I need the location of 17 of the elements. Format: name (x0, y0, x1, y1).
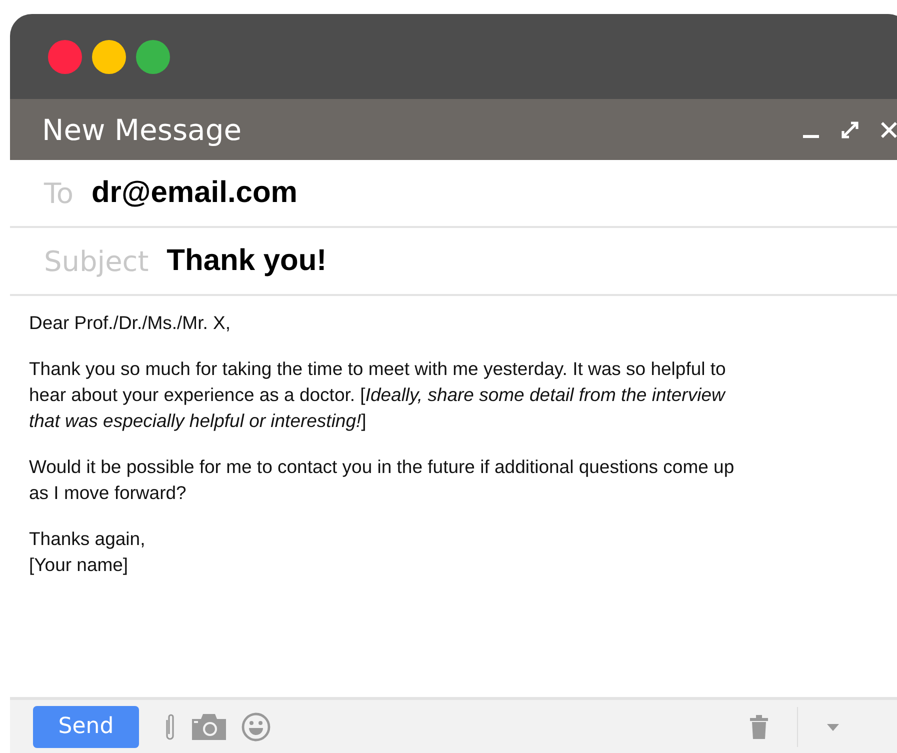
zoom-window-button[interactable] (136, 40, 170, 74)
window-title: New Message (42, 112, 243, 146)
minimize-window-button[interactable] (92, 40, 126, 74)
expand-icon[interactable] (840, 120, 860, 140)
camera-icon[interactable] (191, 712, 227, 740)
trash-icon[interactable] (749, 714, 769, 738)
close-window-button[interactable] (48, 40, 82, 74)
message-paragraph: Thanks again, [Your name] (29, 527, 146, 577)
dropdown-caret-icon[interactable] (826, 722, 840, 732)
message-paragraph: Thank you so much for taking the time to meet with me yesterday. It was so helpful to hear about your experience as a doctor. [Ideally, share some detail from the interview that was especially helpful or interesting!] (29, 357, 727, 433)
paperclip-icon[interactable] (163, 712, 177, 742)
subject-field[interactable]: Thank you! (166, 244, 327, 278)
to-field[interactable]: dr@email.com (91, 176, 298, 210)
close-icon[interactable] (880, 120, 897, 138)
message-paragraph: Would it be possible for me to contact you in the future if additional questions come up as I move forward? (29, 455, 736, 505)
emoji-icon[interactable] (241, 712, 271, 742)
message-paragraph: Dear Prof./Dr./Ms./Mr. X, (29, 311, 232, 335)
